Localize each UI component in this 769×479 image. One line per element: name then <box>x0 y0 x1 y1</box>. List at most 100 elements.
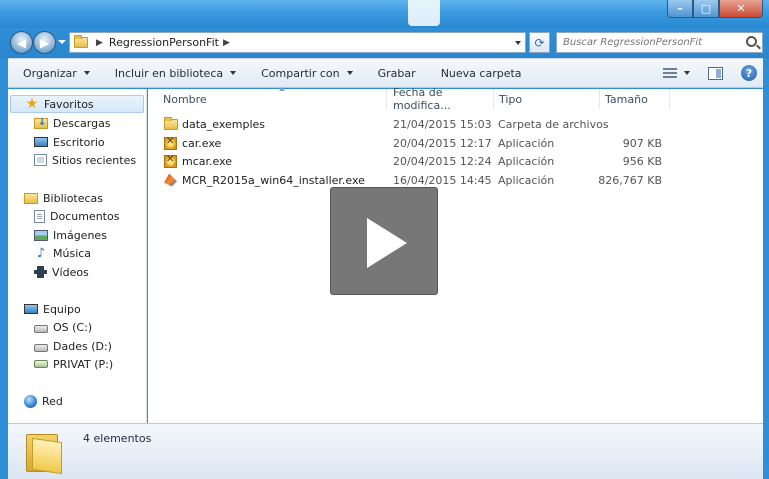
details-pane: 4 elementos <box>8 423 763 479</box>
breadcrumb-separator-icon[interactable]: ▶ <box>96 38 103 48</box>
close-button[interactable]: ✕ <box>719 0 763 18</box>
desktop-icon <box>34 137 48 147</box>
navigation-pane: ★ Favoritos Descargas Escritorio Sitios r… <box>8 89 147 423</box>
new-folder-label: Nueva carpeta <box>440 66 522 80</box>
nav-drive-d[interactable]: Dades (D:) <box>34 337 112 355</box>
file-name: mcar.exe <box>182 154 233 168</box>
view-options-icon[interactable] <box>663 67 677 79</box>
column-header-type[interactable]: Tipo <box>494 89 600 109</box>
include-library-button[interactable]: Incluir en biblioteca <box>100 59 246 87</box>
documents-icon <box>34 209 45 223</box>
nav-recent[interactable]: Sitios recientes <box>34 151 136 169</box>
column-header-size[interactable]: Tamaño <box>600 89 670 109</box>
exe-icon <box>164 152 182 170</box>
item-count: 4 elementos <box>83 432 152 445</box>
file-row[interactable]: MCR_R2015a_win64_installer.exe 16/04/201… <box>148 171 748 189</box>
new-folder-button[interactable]: Nueva carpeta <box>426 59 532 87</box>
search-box[interactable] <box>556 32 763 53</box>
folder-icon <box>164 115 183 133</box>
command-bar: Organizar Incluir en biblioteca Comparti… <box>8 58 763 88</box>
view-dropdown-icon[interactable] <box>684 71 690 75</box>
nav-videos[interactable]: Vídeos <box>34 263 89 281</box>
share-button[interactable]: Compartir con <box>246 59 363 87</box>
downloads-icon <box>34 117 48 129</box>
nav-desktop[interactable]: Escritorio <box>34 133 105 151</box>
file-row[interactable]: car.exe 20/04/2015 12:17 Aplicación 907 … <box>148 134 748 152</box>
nav-music[interactable]: ♪ Música <box>34 244 91 262</box>
back-button[interactable]: ◀ <box>10 31 33 54</box>
recent-pages-dropdown[interactable] <box>58 40 66 44</box>
nav-documents[interactable]: Documentos <box>34 207 119 225</box>
file-list: Nombre Fecha de modifica... Tipo Tamaño … <box>148 86 763 423</box>
search-input[interactable] <box>563 37 733 48</box>
file-size: 907 KB <box>622 136 662 150</box>
chevron-down-icon <box>346 71 353 75</box>
nav-label: Red <box>42 394 63 408</box>
maximize-button[interactable]: □ <box>693 0 719 18</box>
nav-libraries[interactable]: Bibliotecas <box>24 189 103 207</box>
column-header-name[interactable]: Nombre <box>158 87 387 109</box>
nav-downloads[interactable]: Descargas <box>34 114 111 132</box>
file-type: Aplicación <box>498 173 555 187</box>
column-label: Fecha de modifica... <box>393 86 451 112</box>
organize-button[interactable]: Organizar <box>8 59 100 87</box>
libraries-icon <box>24 192 38 204</box>
file-name: data_exemples <box>182 117 266 131</box>
pictures-icon <box>34 229 48 241</box>
nav-label: Dades (D:) <box>53 339 112 353</box>
file-date: 21/04/2015 15:03 <box>393 117 492 131</box>
film-icon <box>34 266 47 278</box>
window-titlebar[interactable]: – □ ✕ <box>0 0 769 28</box>
nav-favorites[interactable]: ★ Favoritos <box>10 95 144 113</box>
network-drive-icon <box>34 360 48 368</box>
recent-places-icon <box>34 154 47 166</box>
title-glare <box>408 0 440 26</box>
preview-pane-icon[interactable] <box>708 66 723 80</box>
nav-network[interactable]: Red <box>24 392 63 410</box>
nav-label: Escritorio <box>53 135 105 149</box>
nav-label: Imágenes <box>53 228 107 242</box>
file-name: car.exe <box>182 136 222 150</box>
chevron-down-icon <box>83 71 90 75</box>
file-size <box>588 115 662 133</box>
nav-drive-c[interactable]: OS (C:) <box>34 318 92 336</box>
file-type: Aplicación <box>498 154 555 168</box>
file-type: Aplicación <box>498 136 555 150</box>
file-size: 956 KB <box>622 154 662 168</box>
burn-button[interactable]: Grabar <box>363 59 426 87</box>
column-header-date[interactable]: Fecha de modifica... <box>388 86 494 112</box>
folder-large-icon <box>26 430 64 475</box>
burn-label: Grabar <box>377 66 416 80</box>
help-icon[interactable]: ? <box>741 65 757 81</box>
toolbar-right: ? <box>663 59 763 87</box>
file-date: 20/04/2015 12:24 <box>393 154 492 168</box>
chevron-down-icon <box>230 71 237 75</box>
breadcrumb-item[interactable]: RegressionPersonFit <box>109 36 219 49</box>
minimize-button[interactable]: – <box>667 0 693 18</box>
nav-label: Equipo <box>43 302 81 316</box>
nav-label: PRIVAT (P:) <box>53 357 114 371</box>
column-label: Tipo <box>499 92 523 106</box>
file-row[interactable]: mcar.exe 20/04/2015 12:24 Aplicación 956… <box>148 152 748 170</box>
star-icon: ★ <box>25 95 39 112</box>
nav-label: Vídeos <box>52 265 89 279</box>
file-size: 826,767 KB <box>598 173 662 187</box>
nav-computer[interactable]: Equipo <box>24 300 81 318</box>
address-bar[interactable]: ▶ RegressionPersonFit ▶ <box>69 32 526 53</box>
address-row: ◀ ▶ ▶ RegressionPersonFit ▶ ⟳ <box>0 28 769 58</box>
organize-label: Organizar <box>23 66 77 80</box>
music-note-icon: ♪ <box>36 245 46 261</box>
network-icon <box>24 394 37 408</box>
nav-drive-p[interactable]: PRIVAT (P:) <box>34 355 113 373</box>
nav-label: Bibliotecas <box>43 191 104 205</box>
nav-images[interactable]: Imágenes <box>34 226 107 244</box>
matlab-icon <box>164 171 182 189</box>
search-icon[interactable] <box>746 36 757 47</box>
file-row[interactable]: data_exemples 21/04/2015 15:03 Carpeta d… <box>148 115 748 133</box>
play-button[interactable] <box>330 187 438 295</box>
refresh-button[interactable]: ⟳ <box>529 32 550 53</box>
address-dropdown-icon[interactable] <box>515 41 521 45</box>
breadcrumb-separator-icon[interactable]: ▶ <box>223 38 230 48</box>
forward-button[interactable]: ▶ <box>33 31 56 54</box>
play-icon <box>367 218 407 268</box>
